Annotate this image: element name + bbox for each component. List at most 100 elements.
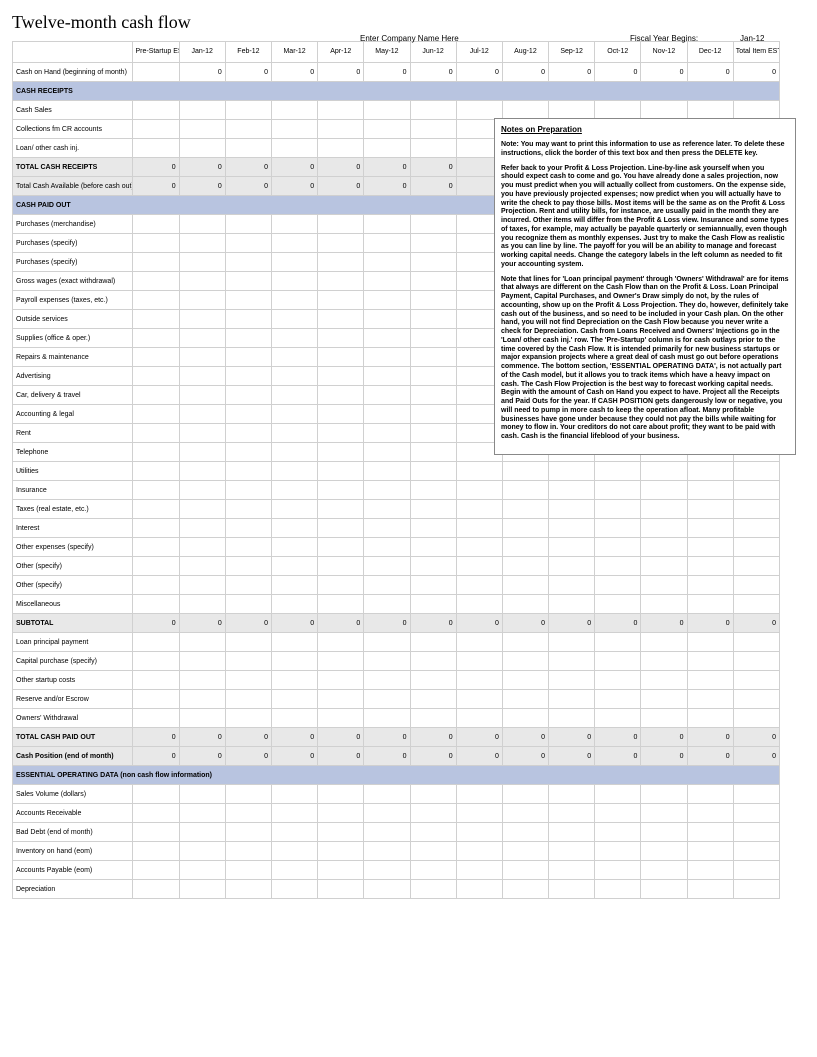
cell[interactable] [318,804,364,823]
cell[interactable] [318,291,364,310]
cell[interactable] [456,842,502,861]
cell[interactable] [364,538,410,557]
cell[interactable]: 0 [410,177,456,196]
cell[interactable] [364,139,410,158]
cell[interactable] [641,690,687,709]
cell[interactable] [179,785,225,804]
cell[interactable] [687,538,733,557]
cell[interactable] [179,652,225,671]
cell[interactable]: 0 [410,747,456,766]
cell[interactable] [733,595,779,614]
cell[interactable] [133,880,179,899]
cell[interactable]: 0 [733,728,779,747]
cell[interactable] [410,576,456,595]
cell[interactable] [456,880,502,899]
cell[interactable] [179,272,225,291]
cell[interactable]: 0 [641,614,687,633]
cell[interactable]: 0 [641,63,687,82]
cell[interactable] [641,633,687,652]
cell[interactable] [364,310,410,329]
cell[interactable]: 0 [318,728,364,747]
cell[interactable] [410,101,456,120]
cell[interactable] [271,405,317,424]
cell[interactable] [364,519,410,538]
cell[interactable] [225,652,271,671]
cell[interactable] [595,690,641,709]
cell[interactable] [410,329,456,348]
cell[interactable] [318,652,364,671]
cell[interactable] [318,215,364,234]
cell[interactable] [595,652,641,671]
cell[interactable] [410,842,456,861]
cell[interactable] [641,842,687,861]
cell[interactable]: 0 [271,747,317,766]
cell[interactable] [733,652,779,671]
cell[interactable]: 0 [595,747,641,766]
cell[interactable] [549,633,595,652]
cell[interactable] [271,120,317,139]
cell[interactable] [595,538,641,557]
cell[interactable] [641,785,687,804]
cell[interactable] [179,329,225,348]
cell[interactable] [318,367,364,386]
cell[interactable] [502,519,548,538]
cell[interactable] [502,823,548,842]
cell[interactable] [225,804,271,823]
cell[interactable] [641,557,687,576]
cell[interactable] [502,481,548,500]
cell[interactable] [225,101,271,120]
cell[interactable] [179,291,225,310]
cell[interactable] [364,253,410,272]
cell[interactable] [549,500,595,519]
cell[interactable]: 0 [595,63,641,82]
cell[interactable] [364,633,410,652]
cell[interactable] [271,481,317,500]
cell[interactable] [271,538,317,557]
cell[interactable] [410,538,456,557]
cell[interactable]: 0 [410,63,456,82]
cell[interactable] [179,462,225,481]
cell[interactable] [595,576,641,595]
cell[interactable] [410,348,456,367]
cell[interactable] [318,557,364,576]
cell[interactable]: 0 [410,158,456,177]
cell[interactable] [225,880,271,899]
cell[interactable] [641,671,687,690]
cell[interactable] [271,348,317,367]
cell[interactable] [225,519,271,538]
cell[interactable] [318,234,364,253]
cell[interactable] [318,120,364,139]
cell[interactable] [364,804,410,823]
cell[interactable] [133,272,179,291]
cell[interactable] [225,595,271,614]
cell[interactable]: 0 [549,614,595,633]
cell[interactable]: 0 [225,158,271,177]
cell[interactable] [502,595,548,614]
cell[interactable]: 0 [687,614,733,633]
cell[interactable] [318,139,364,158]
cell[interactable] [733,557,779,576]
cell[interactable] [364,443,410,462]
cell[interactable] [364,500,410,519]
cell[interactable]: 0 [364,747,410,766]
cell[interactable] [687,861,733,880]
cell[interactable] [733,101,779,120]
cell[interactable] [225,348,271,367]
cell[interactable] [456,576,502,595]
cell[interactable]: 0 [502,614,548,633]
cell[interactable] [364,576,410,595]
cell[interactable] [502,842,548,861]
cell[interactable] [318,671,364,690]
fiscal-year-value[interactable]: Jan-12 [740,34,764,43]
cell[interactable] [179,386,225,405]
cell[interactable]: 0 [271,158,317,177]
cell[interactable]: 0 [271,177,317,196]
cell[interactable] [410,671,456,690]
cell[interactable] [595,880,641,899]
cell[interactable] [364,348,410,367]
cell[interactable] [318,462,364,481]
cell[interactable] [549,785,595,804]
cell[interactable] [225,139,271,158]
cell[interactable] [225,690,271,709]
cell[interactable] [179,804,225,823]
